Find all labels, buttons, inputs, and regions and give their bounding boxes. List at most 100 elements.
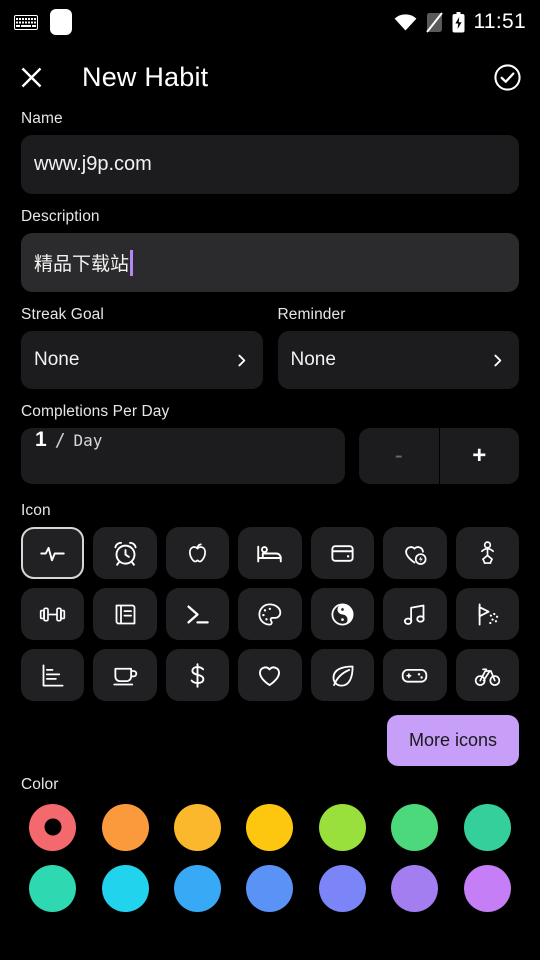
reminder-group: Reminder None: [277, 306, 519, 389]
color-swatch-12: [391, 864, 439, 912]
wifi-icon: [394, 13, 416, 31]
color-swatch-7: [29, 864, 77, 912]
leaf-icon: [332, 665, 354, 687]
bed-icon: [257, 545, 283, 562]
book-icon: [115, 604, 136, 624]
color-option[interactable]: [93, 862, 156, 914]
music-note-icon: [404, 604, 425, 625]
baby-icon: [480, 540, 494, 564]
app-bar: New Habit: [0, 44, 540, 110]
color-option[interactable]: [383, 801, 446, 853]
palette-icon: [258, 602, 282, 626]
description-input-value: 精品下载站: [34, 253, 130, 275]
icon-option-baby[interactable]: [455, 527, 519, 579]
description-label: Description: [21, 208, 100, 225]
color-option[interactable]: [21, 862, 84, 914]
increment-button[interactable]: +: [439, 428, 519, 484]
shower-icon: [478, 602, 498, 626]
color-option[interactable]: [166, 801, 229, 853]
color-swatch-13: [463, 864, 511, 912]
color-option[interactable]: [383, 862, 446, 914]
color-option[interactable]: [311, 862, 374, 914]
sim-off-icon: [425, 11, 443, 33]
alarm-clock-icon: [114, 541, 137, 566]
icon-option-bicycle[interactable]: [455, 649, 519, 701]
apple-icon: [189, 543, 207, 562]
color-option[interactable]: [93, 801, 156, 853]
icon-option-bar-chart[interactable]: [21, 649, 85, 701]
close-button[interactable]: [18, 64, 45, 91]
color-swatch-4: [318, 803, 366, 851]
icon-option-gamepad[interactable]: [383, 649, 447, 701]
more-icons-button[interactable]: More icons: [386, 715, 519, 766]
color-swatch-0: [29, 803, 77, 851]
color-swatch-5: [391, 803, 439, 851]
icon-option-coffee-cup[interactable]: [93, 649, 157, 701]
decrement-button[interactable]: -: [359, 428, 440, 484]
form-content: Name www.j9p.com Description 精品下载站 Strea…: [0, 110, 540, 914]
color-swatch-8: [101, 864, 149, 912]
yin-yang-icon: [331, 602, 354, 626]
icon-option-bed[interactable]: [238, 527, 302, 579]
icon-option-shower[interactable]: [455, 588, 519, 640]
icon-option-alarm-clock[interactable]: [93, 527, 157, 579]
color-swatch-11: [318, 864, 366, 912]
more-icons-row: More icons: [21, 715, 519, 766]
goal-reminder-row: Streak Goal None Reminder None: [21, 306, 519, 389]
streak-goal-group: Streak Goal None: [21, 306, 263, 389]
icon-option-terminal[interactable]: [165, 588, 230, 640]
color-section-label: Color: [21, 776, 59, 793]
icon-option-wallet[interactable]: [310, 527, 375, 579]
confirm-button[interactable]: [493, 63, 522, 92]
color-grid: [21, 801, 519, 914]
icon-option-heart-bolt[interactable]: [383, 527, 447, 579]
chevron-right-icon: [237, 354, 245, 366]
chevron-right-icon: [494, 354, 502, 366]
pulse-icon: [40, 546, 65, 561]
icon-option-music-note[interactable]: [383, 588, 447, 640]
keyboard-icon: [14, 14, 38, 30]
icon-option-book[interactable]: [93, 588, 157, 640]
icon-option-heart[interactable]: [238, 649, 302, 701]
bicycle-icon: [474, 667, 500, 686]
coffee-cup-icon: [112, 667, 137, 685]
icon-option-yin-yang[interactable]: [310, 588, 375, 640]
icon-section-label: Icon: [21, 502, 51, 519]
streak-goal-value: None: [34, 349, 80, 370]
completions-unit: Day: [73, 431, 103, 450]
completions-value-field[interactable]: 1 / Day: [21, 428, 345, 484]
bar-chart-icon: [42, 663, 64, 687]
check-circle-icon: [494, 63, 521, 91]
color-swatch-2: [174, 803, 222, 851]
close-icon: [21, 67, 42, 87]
icon-option-apple[interactable]: [165, 527, 230, 579]
color-option[interactable]: [311, 801, 374, 853]
battery-charging-icon: [452, 11, 464, 32]
color-option[interactable]: [238, 801, 301, 853]
color-option[interactable]: [456, 862, 519, 914]
completions-count: 1: [35, 428, 47, 451]
color-option[interactable]: [166, 862, 229, 914]
icon-option-palette[interactable]: [238, 588, 302, 640]
icon-option-pulse[interactable]: [21, 527, 85, 579]
name-input-value: www.j9p.com: [34, 153, 152, 175]
color-option[interactable]: [238, 862, 301, 914]
streak-goal-select[interactable]: None: [21, 331, 263, 389]
heart-icon: [259, 666, 281, 686]
name-input[interactable]: www.j9p.com: [21, 135, 519, 194]
reminder-select[interactable]: None: [277, 331, 519, 389]
status-bar-time: 11:51: [473, 10, 526, 33]
wallet-icon: [331, 544, 354, 562]
icon-option-leaf[interactable]: [310, 649, 375, 701]
reminder-label: Reminder: [277, 306, 346, 323]
completions-row: 1 / Day - +: [21, 428, 519, 484]
icon-grid: [21, 527, 519, 701]
name-label: Name: [21, 110, 63, 127]
icon-option-dumbbell[interactable]: [21, 588, 85, 640]
color-option[interactable]: [456, 801, 519, 853]
gamepad-icon: [402, 668, 428, 683]
description-input[interactable]: 精品下载站: [21, 233, 519, 292]
reminder-value: None: [290, 349, 336, 370]
color-option[interactable]: [21, 801, 84, 853]
icon-option-dollar[interactable]: [165, 649, 230, 701]
